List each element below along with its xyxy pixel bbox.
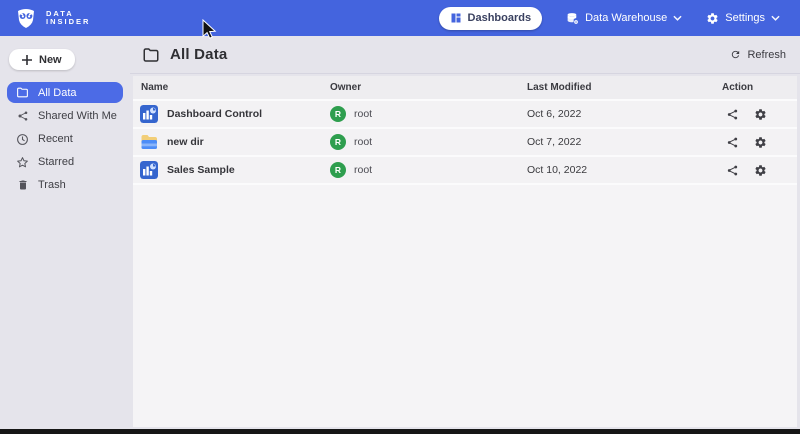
folder-icon xyxy=(16,86,29,99)
dashboard-file-icon xyxy=(140,161,158,179)
page-title: All Data xyxy=(170,46,227,63)
chevron-down-icon xyxy=(673,15,682,21)
owner-name: root xyxy=(354,164,372,176)
owner-name: root xyxy=(354,136,372,148)
sidebar: New All Data Shared With Me xyxy=(0,36,130,429)
data-warehouse-label: Data Warehouse xyxy=(585,12,667,24)
sidebar-nav: All Data Shared With Me Recent xyxy=(0,82,130,198)
table-row[interactable]: new dir R root Oct 7, 2022 xyxy=(133,129,797,157)
dashboard-file-icon xyxy=(140,105,158,123)
dashboard-grid-icon xyxy=(450,12,462,24)
settings-label: Settings xyxy=(725,12,765,24)
refresh-icon xyxy=(730,49,741,60)
sidebar-item-trash[interactable]: Trash xyxy=(7,175,123,195)
gear-icon[interactable] xyxy=(754,108,767,121)
sidebar-item-all-data[interactable]: All Data xyxy=(7,82,123,103)
clock-icon xyxy=(16,133,29,146)
plus-icon xyxy=(22,55,32,65)
database-icon xyxy=(566,12,579,25)
gear-icon xyxy=(706,12,719,25)
owl-logo-icon xyxy=(14,6,38,30)
brand-line2: INSIDER xyxy=(46,18,90,26)
refresh-label: Refresh xyxy=(747,49,786,61)
owner-avatar: R xyxy=(330,134,346,150)
column-header-name: Name xyxy=(133,82,330,93)
new-button-label: New xyxy=(39,54,62,66)
sidebar-item-label: All Data xyxy=(38,87,77,99)
settings-menu[interactable]: Settings xyxy=(706,12,780,25)
top-nav: Dashboards Data Warehouse xyxy=(439,7,780,30)
star-icon xyxy=(16,156,29,169)
app-window: DATA INSIDER Dashboards xyxy=(0,0,800,434)
file-name: Dashboard Control xyxy=(167,108,262,120)
share-icon xyxy=(16,110,29,122)
taskbar-strip xyxy=(0,429,800,434)
table-header-row: Name Owner Last Modified Action xyxy=(133,76,797,101)
sidebar-item-label: Recent xyxy=(38,133,73,145)
column-header-owner: Owner xyxy=(330,82,527,93)
column-header-action: Action xyxy=(722,82,797,93)
gear-icon[interactable] xyxy=(754,164,767,177)
table-row[interactable]: Sales Sample R root Oct 10, 2022 xyxy=(133,157,797,185)
data-warehouse-menu[interactable]: Data Warehouse xyxy=(566,12,682,25)
refresh-button[interactable]: Refresh xyxy=(730,49,786,61)
content-header: All Data Refresh xyxy=(130,36,800,74)
directory-icon xyxy=(140,133,158,151)
owner-avatar: R xyxy=(330,162,346,178)
owner-avatar: R xyxy=(330,106,346,122)
sidebar-item-shared-with-me[interactable]: Shared With Me xyxy=(7,106,123,126)
last-modified: Oct 6, 2022 xyxy=(527,108,722,120)
sidebar-item-recent[interactable]: Recent xyxy=(7,129,123,149)
share-icon[interactable] xyxy=(726,136,739,149)
main-content: All Data Refresh Name Owner Last Modifie… xyxy=(130,36,800,429)
sidebar-item-label: Trash xyxy=(38,179,66,191)
last-modified: Oct 10, 2022 xyxy=(527,164,722,176)
gear-icon[interactable] xyxy=(754,136,767,149)
sidebar-item-starred[interactable]: Starred xyxy=(7,152,123,172)
file-name: new dir xyxy=(167,136,204,148)
brand-logo: DATA INSIDER xyxy=(14,6,90,30)
share-icon[interactable] xyxy=(726,164,739,177)
file-name: Sales Sample xyxy=(167,164,235,176)
new-button[interactable]: New xyxy=(9,49,75,70)
folder-outline-icon xyxy=(142,46,160,64)
dashboards-label: Dashboards xyxy=(468,12,532,24)
share-icon[interactable] xyxy=(726,108,739,121)
column-header-last-modified: Last Modified xyxy=(527,82,722,93)
trash-icon xyxy=(16,179,29,191)
sidebar-item-label: Starred xyxy=(38,156,74,168)
data-table-card: Name Owner Last Modified Action xyxy=(133,76,797,427)
table-row[interactable]: Dashboard Control R root Oct 6, 2022 xyxy=(133,101,797,129)
chevron-down-icon xyxy=(771,15,780,21)
owner-name: root xyxy=(354,108,372,120)
top-bar: DATA INSIDER Dashboards xyxy=(0,0,800,36)
sidebar-item-label: Shared With Me xyxy=(38,110,117,122)
last-modified: Oct 7, 2022 xyxy=(527,136,722,148)
dashboards-button[interactable]: Dashboards xyxy=(439,7,543,30)
